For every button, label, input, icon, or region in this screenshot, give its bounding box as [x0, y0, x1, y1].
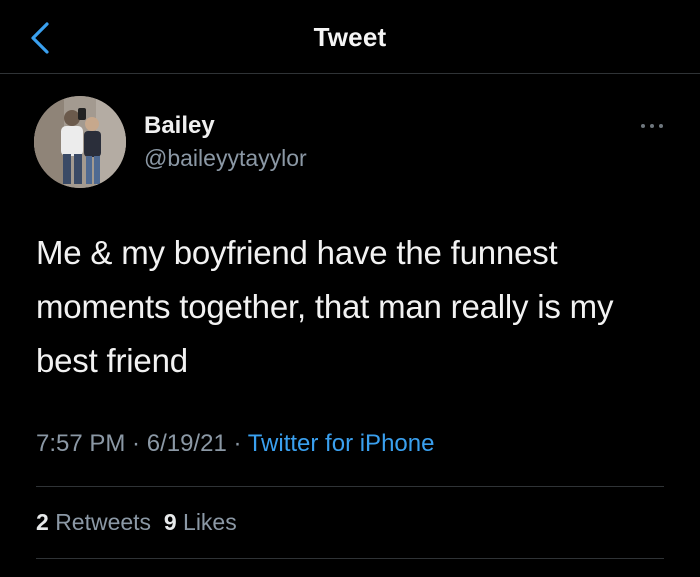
- likes-label: Likes: [183, 509, 237, 535]
- avatar[interactable]: [34, 96, 126, 188]
- retweets-label: Retweets: [55, 509, 152, 535]
- ellipsis-icon: [641, 124, 663, 128]
- more-options-button[interactable]: [634, 118, 670, 134]
- tweet-text: Me & my boyfriend have the funnest momen…: [36, 234, 614, 379]
- meta-separator: ·: [226, 430, 248, 457]
- tweet-time: 7:57 PM: [36, 430, 126, 457]
- profile-photo: [34, 96, 126, 188]
- tweet-date: 6/19/21: [146, 430, 227, 457]
- author-name[interactable]: Bailey: [144, 112, 215, 140]
- tweet-meta: 7:57 PM · 6/19/21 · Twitter for iPhone: [36, 430, 434, 458]
- meta-separator: ·: [125, 430, 147, 457]
- likes-stat[interactable]: 9 Likes: [164, 509, 237, 535]
- divider: [36, 486, 664, 487]
- author-handle[interactable]: @baileyytayylor: [144, 145, 307, 172]
- likes-count: 9: [163, 509, 177, 535]
- divider: [36, 558, 664, 559]
- tweet-source-link[interactable]: Twitter for iPhone: [248, 430, 435, 457]
- top-bar: Tweet: [0, 0, 700, 74]
- page-title: Tweet: [313, 22, 387, 52]
- retweets-count: 2: [36, 509, 49, 535]
- retweets-stat[interactable]: 2 Retweets: [36, 509, 151, 535]
- tweet-stats: 2 Retweets 9 Likes: [36, 509, 237, 536]
